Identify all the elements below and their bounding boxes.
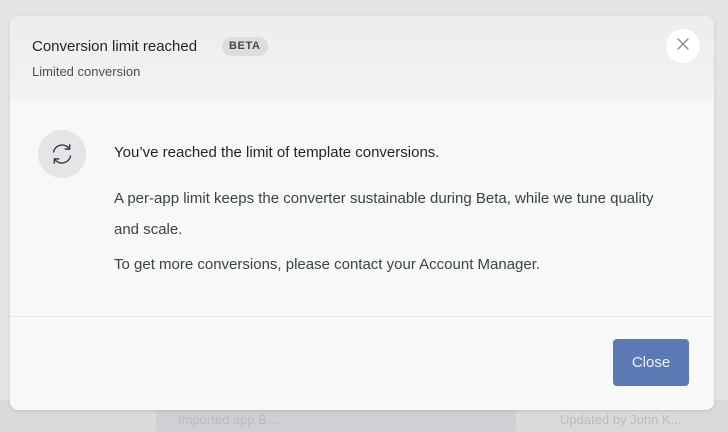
limit-explanation: A per-app limit keeps the converter sust… <box>114 190 654 238</box>
background-row-meta: Updated by John K... <box>560 412 682 427</box>
background-row-text: Imported app B... <box>178 412 278 427</box>
dialog-subtitle: Limited conversion <box>32 64 141 79</box>
dialog-header: Conversion limit reached BETA Limited co… <box>10 16 714 100</box>
contact-instruction: To get more conversions, please contact … <box>114 256 541 273</box>
dialog-title: Conversion limit reached <box>32 38 198 55</box>
limit-heading: You’ve reached the limit of template con… <box>114 144 440 161</box>
footer-divider <box>10 316 714 317</box>
dialog-body: You’ve reached the limit of template con… <box>10 100 714 316</box>
close-button[interactable]: Close <box>613 339 689 386</box>
close-icon <box>676 37 690 56</box>
beta-badge: BETA <box>222 37 268 56</box>
sync-icon <box>38 130 86 178</box>
close-dialog-button[interactable] <box>666 29 700 63</box>
conversion-limit-dialog: Conversion limit reached BETA Limited co… <box>10 16 714 410</box>
